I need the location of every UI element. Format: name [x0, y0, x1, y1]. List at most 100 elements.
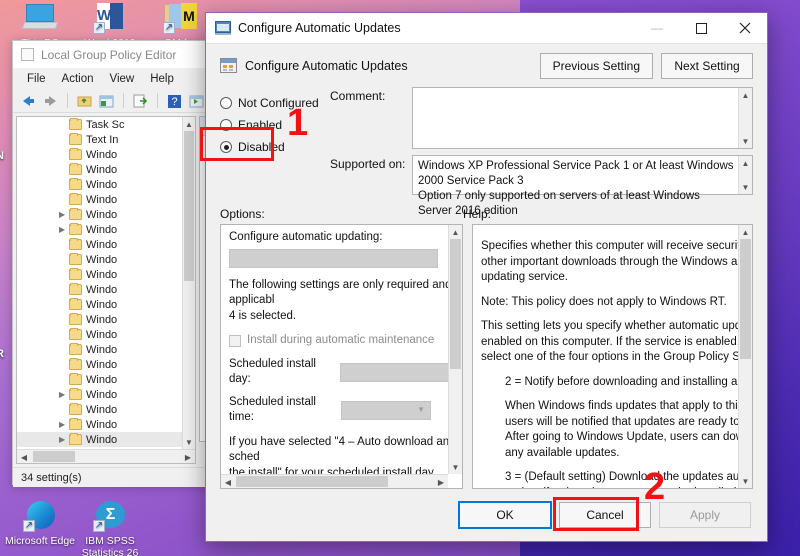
tree-vertical-scrollbar[interactable]: ▲ ▼ [182, 117, 195, 449]
tree-item[interactable]: Windo [17, 192, 195, 207]
scroll-thumb[interactable] [450, 239, 461, 369]
help-line: 3 = (Default setting) Download the updat… [481, 470, 732, 486]
tree-item[interactable]: Windo [17, 327, 195, 342]
scroll-up-arrow-icon[interactable]: ▲ [739, 156, 752, 170]
scroll-down-arrow-icon[interactable]: ▼ [739, 474, 752, 488]
next-setting-button[interactable]: Next Setting [661, 53, 753, 79]
install-during-maintenance-checkbox[interactable]: Install during automatic maintenance [229, 333, 456, 349]
tree-horizontal-scrollbar[interactable]: ◀ ▶ [17, 449, 195, 463]
help-pane[interactable]: Specifies whether this computer will rec… [472, 224, 753, 489]
gpe-tree-panel[interactable]: Task ScText InWindoWindoWindoWindo▶Windo… [16, 116, 196, 464]
comment-vertical-scrollbar[interactable]: ▲ ▼ [738, 88, 752, 148]
forward-arrow-icon[interactable] [41, 92, 60, 110]
up-folder-icon[interactable] [75, 92, 94, 110]
scroll-up-arrow-icon[interactable]: ▲ [183, 117, 195, 131]
toolbar-separator [157, 93, 158, 108]
tree-item[interactable]: Windo [17, 312, 195, 327]
desktop-icon-ibm-spss[interactable]: Σ ↗ IBM SPSS Statistics 26 [74, 500, 146, 556]
expand-chevron-icon[interactable]: ▶ [59, 420, 65, 429]
supported-on-value[interactable]: Windows XP Professional Service Pack 1 o… [412, 155, 753, 195]
tree-item[interactable]: Windo [17, 357, 195, 372]
scroll-up-arrow-icon[interactable]: ▲ [449, 225, 462, 239]
scroll-down-arrow-icon[interactable]: ▼ [739, 180, 752, 194]
tree-item[interactable]: ▶Windo [17, 222, 195, 237]
tree-item[interactable]: Windo [17, 402, 195, 417]
supported-vertical-scrollbar[interactable]: ▲ ▼ [738, 156, 752, 194]
comment-input[interactable]: ▲ ▼ [412, 87, 753, 149]
expand-chevron-icon[interactable]: ▶ [59, 210, 65, 219]
tree-item[interactable]: ▶Windo [17, 432, 195, 447]
help-paragraph: When Windows finds updates that apply to… [481, 399, 732, 461]
menu-action[interactable]: Action [54, 72, 102, 86]
configure-automatic-updates-dialog[interactable]: Configure Automatic Updates — Con [205, 12, 768, 542]
expand-chevron-icon[interactable]: ▶ [59, 390, 65, 399]
tree-item[interactable]: ▶Windo [17, 417, 195, 432]
tree-item-label: Windo [86, 374, 117, 386]
desktop-icon-edge-partial-r[interactable]: R [0, 348, 12, 364]
radio-disabled[interactable]: Disabled [220, 136, 330, 158]
tree-item[interactable]: Windo [17, 267, 195, 282]
help-icon[interactable]: ? [165, 92, 184, 110]
export-list-icon[interactable] [131, 92, 150, 110]
expand-chevron-icon[interactable]: ▶ [59, 225, 65, 234]
configure-updating-dropdown[interactable] [229, 249, 438, 268]
desktop-icon-microsoft-edge[interactable]: ↗ Microsoft Edge [4, 500, 76, 547]
ok-button[interactable]: OK [459, 502, 551, 528]
dialog-titlebar[interactable]: Configure Automatic Updates — [206, 13, 767, 43]
tree-item[interactable]: ▶ Windo [17, 387, 195, 402]
tree-item[interactable]: Windo [17, 162, 195, 177]
gpe-window-title: Local Group Policy Editor [41, 48, 176, 62]
tree-item[interactable]: Windo [17, 237, 195, 252]
scheduled-install-day-dropdown[interactable] [340, 363, 457, 382]
tree-item[interactable]: Windo [17, 252, 195, 267]
scroll-left-arrow-icon[interactable]: ◀ [221, 475, 235, 489]
radio-label: Enabled [238, 118, 282, 132]
tree-item[interactable]: Text In [17, 132, 195, 147]
scheduled-install-time-dropdown[interactable]: ▼ [341, 401, 431, 420]
tree-item[interactable]: Task Sc [17, 117, 195, 132]
tree-item[interactable]: Windo [17, 282, 195, 297]
show-hide-tree-icon[interactable] [97, 92, 116, 110]
scroll-thumb[interactable] [740, 239, 751, 359]
back-arrow-icon[interactable] [19, 92, 38, 110]
radio-enabled[interactable]: Enabled [220, 114, 330, 136]
scroll-thumb[interactable] [184, 131, 194, 281]
close-button[interactable] [723, 13, 767, 43]
scroll-down-arrow-icon[interactable]: ▼ [739, 134, 752, 148]
tree-item[interactable]: ▶Windo [17, 207, 195, 222]
gpe-tree-rows[interactable]: Task ScText InWindoWindoWindoWindo▶Windo… [17, 117, 195, 447]
scroll-down-arrow-icon[interactable]: ▼ [449, 460, 462, 474]
svg-text:?: ? [171, 96, 177, 108]
scroll-right-arrow-icon[interactable]: ▶ [181, 450, 195, 464]
scroll-right-arrow-icon[interactable]: ▶ [434, 475, 448, 489]
properties-icon[interactable] [187, 92, 206, 110]
tree-item[interactable]: Windo [17, 372, 195, 387]
previous-setting-button[interactable]: Previous Setting [540, 53, 653, 79]
maximize-button[interactable] [679, 13, 723, 43]
help-vertical-scrollbar[interactable]: ▲ ▼ [738, 225, 752, 488]
menu-help[interactable]: Help [142, 72, 182, 86]
tree-item[interactable]: Windo [17, 297, 195, 312]
tree-item-label: Windo [86, 389, 117, 401]
scroll-down-arrow-icon[interactable]: ▼ [183, 435, 195, 449]
menu-file[interactable]: File [19, 72, 54, 86]
options-vertical-scrollbar[interactable]: ▲ ▼ [448, 225, 462, 474]
scroll-left-arrow-icon[interactable]: ◀ [17, 450, 31, 464]
options-horizontal-scrollbar[interactable]: ◀ ▶ [221, 474, 448, 488]
expand-chevron-icon[interactable]: ▶ [59, 435, 65, 444]
scroll-thumb[interactable] [33, 451, 75, 462]
scroll-thumb[interactable] [236, 476, 388, 487]
menu-view[interactable]: View [102, 72, 143, 86]
scroll-up-arrow-icon[interactable]: ▲ [739, 225, 752, 239]
radio-not-configured[interactable]: Not Configured [220, 92, 330, 114]
tree-item[interactable]: Windo [17, 177, 195, 192]
folder-icon [69, 224, 82, 235]
cancel-button[interactable]: Cancel [559, 502, 651, 528]
minimize-button[interactable]: — [635, 13, 679, 43]
policy-state-radio-group[interactable]: Not Configured Enabled Disabled [220, 87, 330, 201]
tree-item[interactable]: Windo [17, 147, 195, 162]
desktop-icon-edge-partial-n[interactable]: N [0, 150, 12, 166]
tree-item[interactable]: Windo [17, 342, 195, 357]
options-pane[interactable]: Configure automatic updating: The follow… [220, 224, 463, 489]
scroll-up-arrow-icon[interactable]: ▲ [739, 88, 752, 102]
